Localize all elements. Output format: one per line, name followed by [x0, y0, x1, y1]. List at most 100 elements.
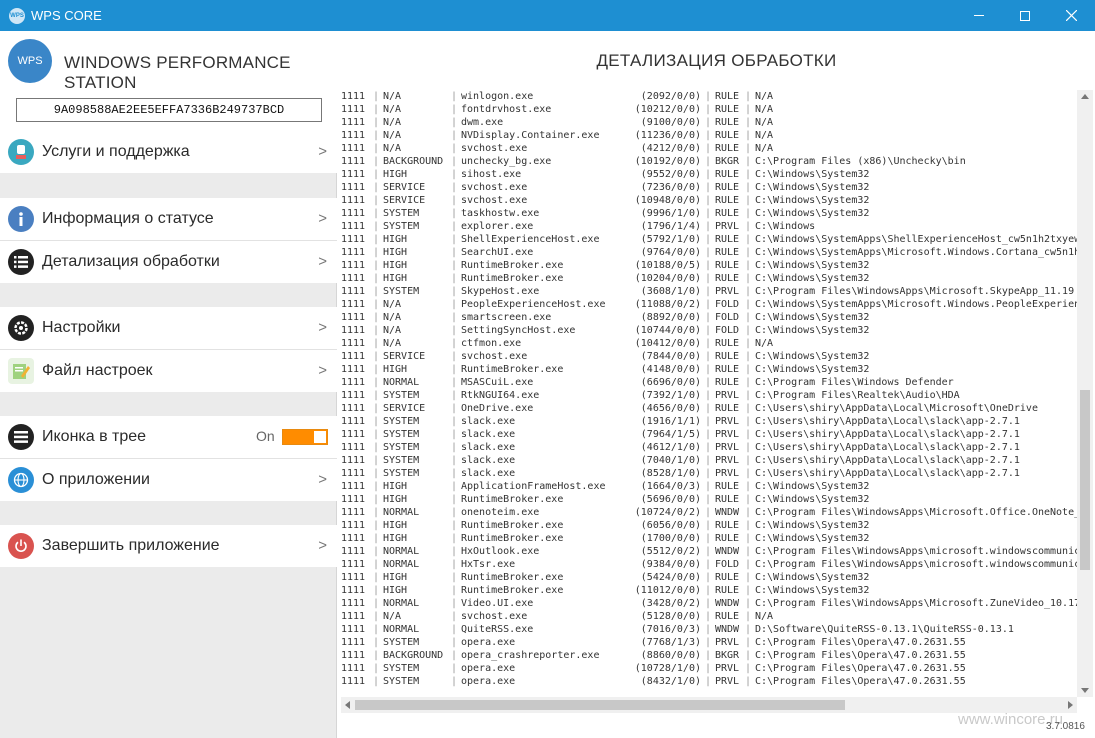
log-cell-code: 1111 — [341, 299, 366, 310]
scroll-left-icon[interactable] — [345, 701, 350, 709]
log-cell-process: smartscreen.exe — [461, 312, 552, 323]
app-logo: WPS — [8, 39, 52, 83]
column-separator: | — [373, 91, 380, 102]
log-cell-stats: (7392/1/0) — [640, 390, 701, 401]
log-cell-process: svchost.exe — [461, 611, 528, 622]
processing-log[interactable]: 1111 N/A winlogon.exe (2092/0/0) RULE N/A | | | |… — [341, 90, 1077, 720]
menu-item-support[interactable]: Услуги и поддержка > — [0, 131, 337, 173]
log-cell-process: slack.exe — [461, 429, 516, 440]
log-cell-code: 1111 — [341, 104, 366, 115]
column-separator: | — [373, 520, 380, 531]
log-cell-process: opera.exe — [461, 676, 516, 687]
menu-item-status-info[interactable]: Информация о статусе > — [0, 198, 337, 240]
log-row: 1111 HIGH sihost.exe (9552/0/0) RULE C:\Windo… — [341, 168, 1077, 181]
log-row: 1111 N/A PeopleExperienceHost.exe (11088/0/… — [341, 298, 1077, 311]
menu-item-label: Настройки — [42, 319, 121, 336]
log-cell-code: 1111 — [341, 520, 366, 531]
column-separator: | — [451, 130, 458, 141]
column-separator: | — [745, 494, 752, 505]
tray-toggle-switch[interactable] — [282, 429, 328, 445]
chevron-right-icon: > — [318, 471, 327, 488]
menu-item-label: О приложении — [42, 471, 150, 488]
menu-item-exit[interactable]: Завершить приложение > — [0, 525, 337, 567]
log-cell-priority: SYSTEM — [383, 455, 420, 466]
menu-item-settings-file[interactable]: Файл настроек > — [0, 350, 337, 392]
vertical-scroll-thumb[interactable] — [1080, 390, 1090, 570]
scroll-up-icon[interactable] — [1081, 94, 1089, 99]
column-separator: | — [451, 143, 458, 154]
close-button[interactable] — [1048, 0, 1094, 31]
log-cell-path: C:\Windows — [755, 221, 816, 232]
column-separator: | — [451, 195, 458, 206]
scroll-down-icon[interactable] — [1081, 688, 1089, 693]
log-row: 1111 N/A SettingSyncHost.exe (10744/0/0) FOL… — [341, 324, 1077, 337]
app-icon: WPS — [9, 8, 25, 24]
log-cell-priority: SERVICE — [383, 182, 426, 193]
menu-item-settings[interactable]: Настройки > — [0, 307, 337, 349]
column-separator: | — [705, 156, 712, 167]
log-cell-code: 1111 — [341, 455, 366, 466]
log-cell-stats: (7768/1/3) — [640, 637, 701, 648]
log-cell-priority: NORMAL — [383, 377, 420, 388]
column-separator: | — [373, 364, 380, 375]
column-separator: | — [451, 533, 458, 544]
column-separator: | — [745, 403, 752, 414]
log-row: 1111 N/A dwm.exe (9100/0/0) RULE N/A | | | | — [341, 116, 1077, 129]
log-cell-process: SkypeHost.exe — [461, 286, 540, 297]
column-separator: | — [451, 455, 458, 466]
log-cell-stats: (8432/1/0) — [640, 676, 701, 687]
log-cell-path: C:\Program Files\Windows Defender — [755, 377, 954, 388]
log-cell-code: 1111 — [341, 663, 366, 674]
log-cell-path: N/A — [755, 143, 774, 154]
horizontal-scroll-thumb[interactable] — [355, 700, 845, 710]
log-cell-path: C:\Windows\System32 — [755, 364, 870, 375]
log-cell-path: C:\Windows\System32 — [755, 273, 870, 284]
minimize-icon — [974, 15, 984, 16]
log-cell-path: C:\Program Files\Opera\47.0.2631.55 — [755, 676, 966, 687]
minimize-button[interactable] — [956, 0, 1002, 31]
log-cell-type: RULE — [715, 247, 740, 258]
column-separator: | — [745, 676, 752, 687]
column-separator: | — [705, 169, 712, 180]
maximize-button[interactable] — [1002, 0, 1048, 31]
log-cell-stats: (2092/0/0) — [640, 91, 701, 102]
vertical-scrollbar[interactable] — [1077, 90, 1093, 697]
log-cell-code: 1111 — [341, 403, 366, 414]
column-separator: | — [745, 507, 752, 518]
column-separator: | — [745, 169, 752, 180]
log-cell-type: PRVL — [715, 221, 740, 232]
log-row: 1111 SYSTEM opera.exe (10728/1/0) PRVL C:\Pro… — [341, 662, 1077, 675]
log-cell-process: HxTsr.exe — [461, 559, 516, 570]
log-cell-type: PRVL — [715, 390, 740, 401]
license-key-field[interactable]: 9A098588AE2EE5EFFA7336B249737BCD — [16, 98, 322, 122]
column-separator: | — [373, 117, 380, 128]
column-separator: | — [745, 247, 752, 258]
log-cell-path: N/A — [755, 104, 774, 115]
log-cell-type: PRVL — [715, 442, 740, 453]
column-separator: | — [705, 182, 712, 193]
column-separator: | — [705, 351, 712, 362]
menu-item-tray-icon[interactable]: Иконка в трее On — [0, 416, 337, 458]
log-cell-path: C:\Users\shiry\AppData\Local\slack\app-2… — [755, 455, 1020, 466]
log-cell-stats: (1796/1/4) — [640, 221, 701, 232]
log-row: 1111 N/A smartscreen.exe (8892/0/0) FOLD C:\W… — [341, 311, 1077, 324]
log-cell-priority: SYSTEM — [383, 390, 420, 401]
log-row: 1111 NORMAL MSASCuiL.exe (6696/0/0) RULE C:\P… — [341, 376, 1077, 389]
column-separator: | — [451, 624, 458, 635]
column-separator: | — [705, 221, 712, 232]
log-cell-type: RULE — [715, 403, 740, 414]
column-separator: | — [373, 182, 380, 193]
log-row: 1111 N/A fontdrvhost.exe (10212/0/0) RULE N/A… — [341, 103, 1077, 116]
menu-item-about[interactable]: О приложении > — [0, 459, 337, 501]
log-cell-priority: N/A — [383, 104, 402, 115]
log-cell-path: C:\Windows\System32 — [755, 312, 870, 323]
menu-item-processing-details[interactable]: Детализация обработки > — [0, 241, 337, 283]
scroll-right-icon[interactable] — [1068, 701, 1073, 709]
log-cell-process: fontdrvhost.exe — [461, 104, 552, 115]
log-cell-process: ctfmon.exe — [461, 338, 522, 349]
log-cell-type: RULE — [715, 338, 740, 349]
column-separator: | — [451, 637, 458, 648]
column-separator: | — [745, 559, 752, 570]
column-separator: | — [705, 390, 712, 401]
column-separator: | — [705, 104, 712, 115]
